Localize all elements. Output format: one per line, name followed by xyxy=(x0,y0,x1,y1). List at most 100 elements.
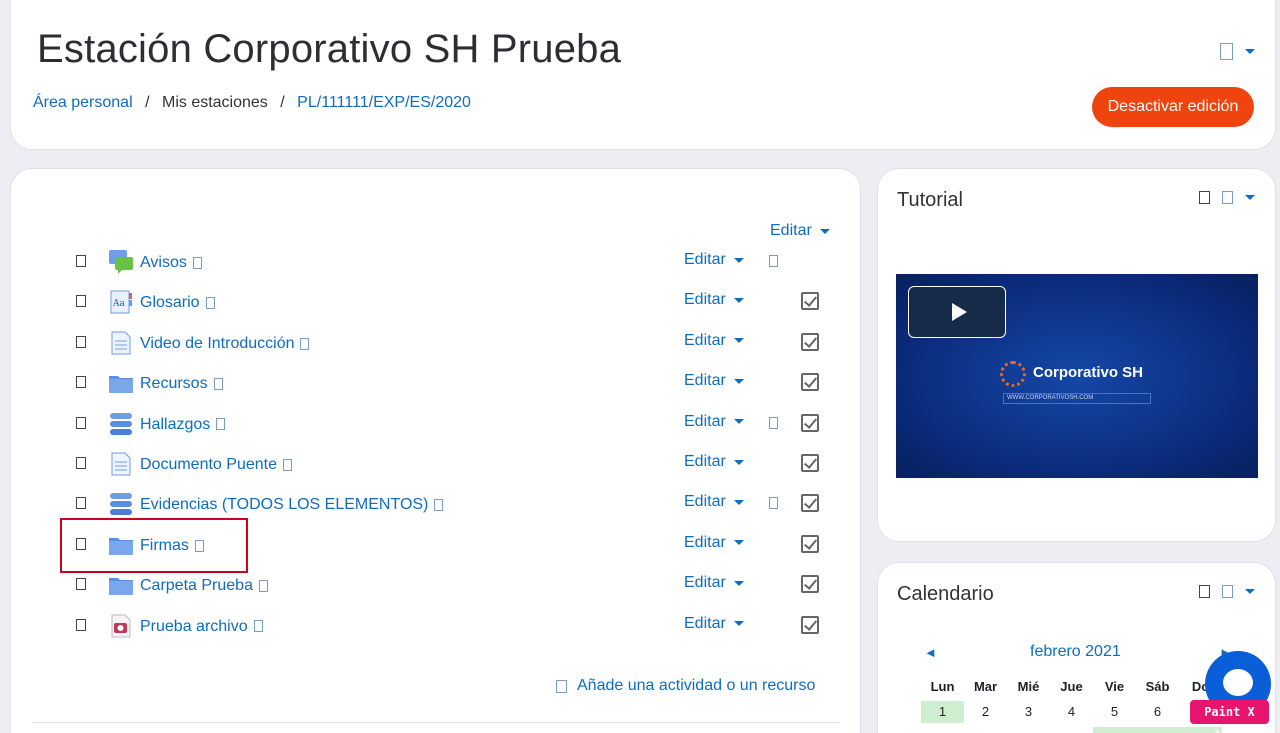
calendar-day[interactable]: 1 xyxy=(921,701,964,723)
activity-edit-menu[interactable]: Editar xyxy=(684,372,744,390)
chevron-down-icon[interactable] xyxy=(733,499,744,505)
activity-name[interactable]: Prueba archivo xyxy=(140,618,248,635)
dock-icon[interactable] xyxy=(1199,191,1210,204)
calendar-day[interactable]: 3 xyxy=(1007,701,1050,723)
play-button[interactable] xyxy=(908,286,1006,338)
calendar-day[interactable]: 4 xyxy=(1050,701,1093,723)
activity-edit-label[interactable]: Editar xyxy=(684,372,726,390)
activity-edit-label[interactable]: Editar xyxy=(684,413,726,431)
activity-name[interactable]: Documento Puente xyxy=(140,456,277,473)
calendar-prev-month[interactable]: ◄ xyxy=(924,645,937,660)
activity-name[interactable]: Recursos xyxy=(140,375,208,392)
group-mode-icon[interactable] xyxy=(769,255,778,267)
dock-icon[interactable] xyxy=(1199,585,1210,598)
group-mode-icon[interactable] xyxy=(769,497,778,510)
block-controls[interactable] xyxy=(1199,585,1255,598)
chevron-down-icon[interactable] xyxy=(733,297,744,303)
activity-edit-label[interactable]: Editar xyxy=(684,453,726,471)
drag-handle-icon[interactable] xyxy=(282,458,292,471)
calendar-day[interactable]: 5 xyxy=(1093,701,1136,723)
calendar-day[interactable]: 12 xyxy=(1093,727,1136,733)
activity-edit-label[interactable]: Editar xyxy=(684,534,726,552)
section-edit-menu[interactable]: Editar xyxy=(770,222,830,240)
drag-handle-icon[interactable] xyxy=(434,499,444,512)
completion-checkbox[interactable] xyxy=(801,454,819,472)
calendar-day[interactable]: 10 xyxy=(1007,727,1050,733)
activity-edit-label[interactable]: Editar xyxy=(684,291,726,309)
select-checkbox[interactable] xyxy=(76,497,86,510)
activity-name[interactable]: Evidencias (TODOS LOS ELEMENTOS) xyxy=(140,496,428,513)
calendar-day[interactable]: 11 xyxy=(1050,727,1093,733)
chevron-down-icon[interactable] xyxy=(733,459,744,465)
calendar-day[interactable]: 9 xyxy=(964,727,1007,733)
activity-name[interactable]: Hallazgos xyxy=(140,416,210,433)
settings-icon[interactable] xyxy=(1222,191,1233,204)
tutorial-video[interactable]: Corporativo SH WWW.CORPORATIVOSH.COM xyxy=(896,274,1258,478)
calendar-day[interactable]: 2 xyxy=(964,701,1007,723)
activity-name[interactable]: Carpeta Prueba xyxy=(140,577,253,594)
activity-link[interactable]: Avisos xyxy=(140,254,202,272)
section-edit-label[interactable]: Editar xyxy=(770,222,812,240)
drag-handle-icon[interactable] xyxy=(300,337,310,350)
group-mode-icon[interactable] xyxy=(769,416,778,429)
add-activity-label[interactable]: Añade una actividad o un recurso xyxy=(577,677,815,695)
activity-edit-menu[interactable]: Editar xyxy=(684,574,744,592)
block-controls[interactable] xyxy=(1199,191,1255,204)
chevron-down-icon[interactable] xyxy=(819,228,830,234)
settings-icon[interactable] xyxy=(1222,585,1233,598)
select-checkbox[interactable] xyxy=(76,457,86,469)
chevron-down-icon[interactable] xyxy=(733,338,744,344)
chevron-down-icon[interactable] xyxy=(1245,49,1255,54)
chevron-down-icon[interactable] xyxy=(1245,195,1255,200)
select-checkbox[interactable] xyxy=(76,255,86,267)
activity-link[interactable]: Video de Introducción xyxy=(140,335,310,353)
activity-edit-menu[interactable]: Editar xyxy=(684,534,744,552)
calendar-day[interactable]: 13 xyxy=(1136,727,1179,733)
select-checkbox[interactable] xyxy=(76,295,86,308)
completion-checkbox[interactable] xyxy=(801,534,819,553)
drag-handle-icon[interactable] xyxy=(258,579,268,592)
completion-checkbox[interactable] xyxy=(801,494,819,513)
drag-handle-icon[interactable] xyxy=(253,620,263,633)
activity-edit-menu[interactable]: Editar xyxy=(684,615,744,633)
drag-handle-icon[interactable] xyxy=(216,418,226,431)
activity-edit-menu[interactable]: Editar xyxy=(684,251,744,269)
activity-edit-menu[interactable]: Editar xyxy=(684,413,744,431)
breadcrumb-dashboard-link[interactable]: Área personal xyxy=(33,94,133,111)
settings-icon[interactable] xyxy=(1220,43,1233,60)
activity-edit-menu[interactable]: Editar xyxy=(684,291,744,309)
chevron-down-icon[interactable] xyxy=(733,419,744,425)
activity-link[interactable]: Hallazgos xyxy=(140,416,226,434)
activity-edit-label[interactable]: Editar xyxy=(684,574,726,592)
activity-edit-label[interactable]: Editar xyxy=(684,493,726,511)
activity-link[interactable]: Carpeta Prueba xyxy=(140,577,268,595)
select-checkbox[interactable] xyxy=(76,376,86,389)
chevron-down-icon[interactable] xyxy=(733,621,744,627)
activity-link[interactable]: Evidencias (TODOS LOS ELEMENTOS) xyxy=(140,496,444,514)
activity-edit-label[interactable]: Editar xyxy=(684,332,726,350)
header-actions-menu[interactable] xyxy=(1220,43,1255,60)
calendar-day[interactable]: 8 xyxy=(921,727,964,733)
activity-link[interactable]: Glosario xyxy=(140,294,215,312)
toggle-edit-button[interactable]: Desactivar edición xyxy=(1092,87,1254,127)
activity-name[interactable]: Glosario xyxy=(140,294,200,311)
activity-edit-label[interactable]: Editar xyxy=(684,615,726,633)
activity-edit-menu[interactable]: Editar xyxy=(684,332,744,350)
completion-checkbox[interactable] xyxy=(801,373,819,392)
completion-checkbox[interactable] xyxy=(801,413,819,432)
activity-edit-menu[interactable]: Editar xyxy=(684,453,744,471)
activity-link[interactable]: Prueba archivo xyxy=(140,618,263,636)
activity-name[interactable]: Video de Introducción xyxy=(140,335,294,352)
chevron-down-icon[interactable] xyxy=(733,257,744,263)
calendar-month-link[interactable]: febrero 2021 xyxy=(1030,643,1121,661)
activity-link[interactable]: Recursos xyxy=(140,375,223,393)
chevron-down-icon[interactable] xyxy=(733,378,744,384)
chevron-down-icon[interactable] xyxy=(733,580,744,586)
completion-checkbox[interactable] xyxy=(801,615,819,634)
select-checkbox[interactable] xyxy=(76,416,86,429)
activity-link[interactable]: Documento Puente xyxy=(140,456,292,474)
drag-handle-icon[interactable] xyxy=(205,297,215,310)
completion-checkbox[interactable] xyxy=(801,575,819,594)
add-activity-link[interactable]: Añade una actividad o un recurso xyxy=(556,677,815,695)
select-checkbox[interactable] xyxy=(76,618,86,631)
